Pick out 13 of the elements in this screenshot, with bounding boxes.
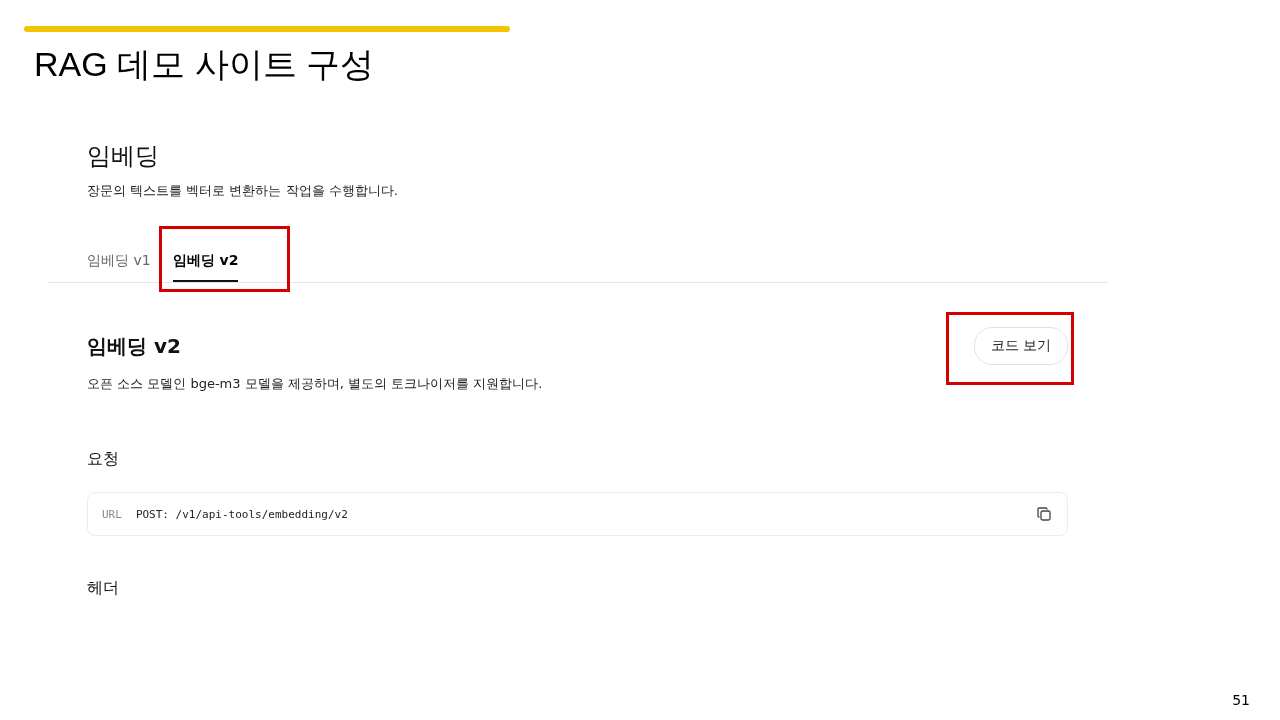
request-title: 요청 [87, 449, 119, 470]
tab[interactable]: 임베딩 v1 [87, 252, 151, 282]
header-title: 헤더 [87, 578, 119, 599]
copy-icon[interactable] [1037, 507, 1051, 521]
slide-title: RAG 데모 사이트 구성 [34, 44, 375, 85]
url-label: URL [102, 507, 122, 521]
view-code-button[interactable]: 코드 보기 [973, 327, 1068, 365]
page-number: 51 [1232, 692, 1250, 708]
section-title: 임베딩 v2 [87, 332, 181, 360]
section-description: 오픈 소스 모델인 bge-m3 모델을 제공하며, 별도의 토크나이저를 지원합니다. [87, 375, 543, 393]
url-text: POST: /v1/api-tools/embedding/v2 [135, 507, 349, 521]
page-description: 장문의 텍스트를 벡터로 변환하는 작업을 수행합니다. [87, 182, 398, 200]
page-heading: 임베딩 [87, 141, 159, 172]
